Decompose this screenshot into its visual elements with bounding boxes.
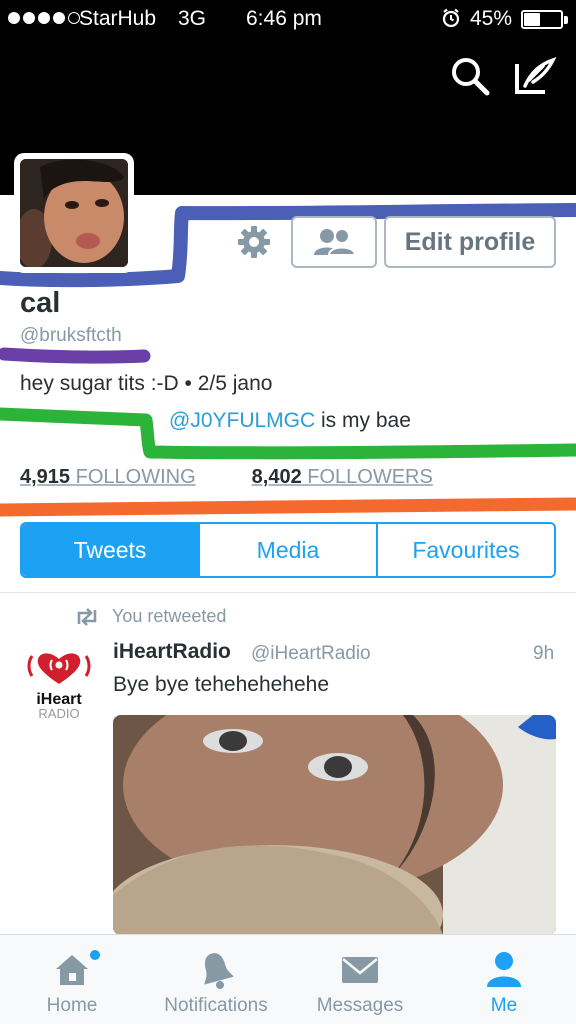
- battery-percent: 45%: [470, 7, 513, 30]
- tweet-media-photo[interactable]: [113, 715, 556, 935]
- bio-mention-link[interactable]: @J0YFULMGC: [169, 409, 315, 432]
- tweet-author-avatar[interactable]: iHeart RADIO: [24, 646, 94, 722]
- tweet-author-handle: @iHeartRadio: [251, 643, 371, 664]
- divider: [0, 592, 576, 593]
- new-content-dot: [90, 950, 100, 960]
- people-icon: [314, 228, 356, 256]
- compose-icon[interactable]: [513, 54, 557, 98]
- following-count: 4,915: [20, 466, 71, 488]
- iheartradio-logo-icon: iHeart RADIO: [27, 653, 91, 721]
- edit-profile-button[interactable]: Edit profile: [384, 216, 556, 268]
- profile-display-name: cal: [20, 287, 61, 319]
- home-icon: [56, 955, 88, 985]
- tabbar-label-me: Me: [490, 995, 518, 1016]
- followers-label: FOLLOWERS: [307, 466, 433, 488]
- tweet-timestamp: 9h: [533, 643, 555, 664]
- logo-text-line2: RADIO: [38, 706, 79, 721]
- following-link[interactable]: 4,915 FOLLOWING: [20, 466, 196, 489]
- tabbar-item-messages[interactable]: Messages: [306, 935, 414, 1024]
- following-label: FOLLOWING: [75, 466, 196, 488]
- bio-text: is my bae: [315, 409, 411, 432]
- tabbar-label-messages: Messages: [316, 995, 404, 1016]
- bottom-tab-bar: Home Notifications Messages Me: [0, 934, 576, 1024]
- alarm-icon: [442, 8, 460, 28]
- clock: 6:46 pm: [246, 7, 322, 30]
- status-bar: StarHub 3G 6:46 pm 45%: [0, 0, 576, 40]
- search-icon[interactable]: [448, 54, 492, 98]
- profile-avatar[interactable]: [14, 153, 134, 273]
- retweet-icon: [77, 607, 97, 626]
- tabbar-item-me[interactable]: Me: [464, 935, 544, 1024]
- lists-button[interactable]: [291, 216, 377, 268]
- battery-icon: [521, 10, 568, 29]
- profile-bio-line-1: hey sugar tits :-D • 2/5 jano: [20, 372, 273, 395]
- gear-icon[interactable]: [236, 224, 272, 260]
- network-type: 3G: [178, 7, 207, 30]
- retweet-context: You retweeted: [74, 606, 226, 627]
- profile-stats: 4,915 FOLLOWING 8,402 FOLLOWERS: [20, 466, 433, 489]
- signal-strength-icon: [8, 12, 80, 24]
- tweet-author-name[interactable]: iHeartRadio: [113, 640, 231, 664]
- tab-tweets[interactable]: Tweets: [22, 524, 200, 576]
- tabbar-label-home: Home: [46, 995, 98, 1016]
- tabbar-item-home[interactable]: Home: [32, 935, 112, 1024]
- tabbar-label-notifications: Notifications: [164, 995, 268, 1016]
- avatar: [20, 159, 128, 267]
- profile-handle: @bruksftcth: [20, 325, 122, 346]
- person-icon: [487, 952, 521, 987]
- profile-bio-line-2: @J0YFULMGC is my bae: [169, 409, 411, 433]
- carrier-name: StarHub: [79, 7, 157, 30]
- bell-icon: [204, 953, 234, 989]
- tab-favourites[interactable]: Favourites: [378, 524, 554, 576]
- purple-scribble: [0, 347, 151, 364]
- followers-count: 8,402: [251, 466, 302, 488]
- followers-link[interactable]: 8,402 FOLLOWERS: [252, 466, 433, 489]
- profile-segmented-control: Tweets Media Favourites: [20, 522, 556, 578]
- retweet-note: You retweeted: [112, 606, 227, 626]
- envelope-icon: [342, 957, 378, 983]
- tabbar-item-notifications[interactable]: Notifications: [150, 935, 282, 1024]
- tab-media[interactable]: Media: [200, 524, 378, 576]
- orange-scribble: [0, 497, 576, 517]
- tweet-text: Bye bye tehehehehehe: [113, 673, 330, 696]
